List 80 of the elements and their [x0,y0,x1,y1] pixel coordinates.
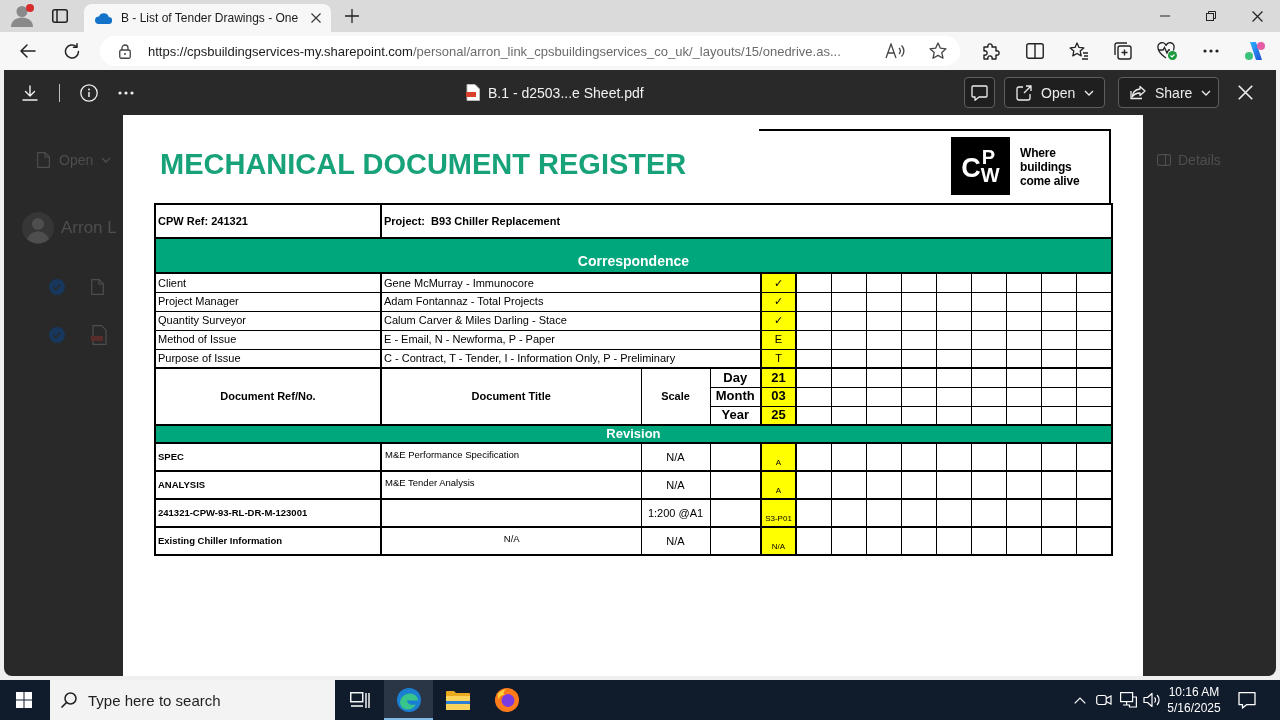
caret-icon [101,157,112,163]
document-icon [91,279,104,295]
table-cell: N/A [381,527,641,555]
table-cell: 21 [761,368,796,387]
more-icon[interactable] [1203,49,1219,53]
caret-icon [1084,89,1095,96]
star-icon[interactable] [929,42,947,60]
network-icon[interactable] [1119,692,1137,708]
start-icon[interactable] [16,692,32,708]
collections-icon[interactable] [1114,42,1132,60]
table-cell: A [761,443,796,471]
split-screen-icon[interactable] [1026,43,1044,59]
cloud-icon [94,12,112,24]
close-icon[interactable] [311,13,322,23]
folder-icon[interactable] [445,690,470,710]
search-icon [61,692,77,708]
task-view-icon[interactable] [350,691,370,709]
table-cell: SPEC [155,443,381,471]
tab-actions-icon[interactable] [52,9,68,23]
share-icon[interactable] [1130,85,1146,100]
clock-time: 10:16 AM [1168,684,1220,700]
caret-icon [1201,89,1212,96]
new-tab-icon[interactable] [345,9,360,23]
browser-icon[interactable] [494,688,519,712]
comment-icon[interactable] [971,84,988,101]
lock-icon[interactable] [119,43,131,59]
avatar-icon [22,212,54,244]
file-name: B.1 - d2503...e Sheet.pdf [488,84,644,101]
info-icon[interactable] [80,83,98,102]
search-field[interactable]: Type here to search [50,680,335,720]
address-field[interactable]: https://cpsbuildingservices-my.sharepoint.com/personal/arron_link_cpsbuildingservices_co_uk/_layouts/15/onedrive.as... [100,36,960,66]
browser-icon[interactable] [396,688,421,712]
table-cell: Method of Issue [155,330,381,349]
table-cell: Quantity Surveyor [155,311,381,330]
table-cell: N/A [641,527,710,555]
notifications-icon[interactable] [1238,691,1256,709]
comments-button[interactable] [964,77,995,108]
download-icon[interactable] [22,84,38,101]
more-icon[interactable] [118,90,134,95]
table-cell: Existing Chiller Information [155,527,381,555]
refresh-icon[interactable] [64,43,80,59]
heart-pulse-icon[interactable] [1157,42,1177,60]
table-cell: N/A [641,471,710,499]
read-aloud-icon[interactable] [885,43,905,59]
pdf-file-icon [466,84,480,101]
share-button[interactable]: Share [1118,77,1219,108]
video-camera-icon[interactable] [1096,692,1112,708]
table-cell: S3-P01 [761,499,796,527]
pdf-file-icon [91,325,107,345]
open-external-icon[interactable] [1016,84,1032,101]
table-cell: ANALYSIS [155,471,381,499]
puzzle-icon[interactable] [982,42,1000,60]
clock-date: 5/16/2025 [1167,700,1221,716]
notification-dot-icon [26,4,34,12]
details-pane-icon [1157,154,1171,166]
logo-tagline: Where buildings come alive [1020,146,1081,188]
table-cell: M&E Performance Specification [381,443,641,471]
open-button[interactable]: Open [1004,77,1105,108]
table-cell: A [761,471,796,499]
assistant-icon[interactable] [1244,40,1266,62]
table-cell: M&E Tender Analysis [381,471,641,499]
profile-icon[interactable] [11,5,33,27]
taskbar-app-button[interactable] [384,680,433,720]
chevron-up-icon[interactable] [1074,696,1086,704]
volume-icon[interactable] [1143,692,1161,708]
favorites-icon[interactable] [1069,42,1089,60]
table-cell: N/A [641,443,710,471]
restore-icon[interactable] [1206,11,1216,21]
table-cell: 241321-CPW-93-RL-DR-M-123001 [155,499,381,527]
table-cell: 1:200 @A1 [641,499,710,527]
section-banner: Correspondence [155,238,1112,273]
back-icon[interactable] [20,44,36,58]
table-cell: N/A [761,527,796,555]
document-icon [37,152,50,168]
section-banner: Revision [155,425,1112,443]
document-title: MECHANICAL DOCUMENT REGISTER [160,148,688,180]
close-icon[interactable] [1251,10,1263,22]
table-cell: Project Manager [155,292,381,311]
browser-tab[interactable]: B - List of Tender Drawings - One [84,4,332,32]
table-cell: Client [155,273,381,292]
